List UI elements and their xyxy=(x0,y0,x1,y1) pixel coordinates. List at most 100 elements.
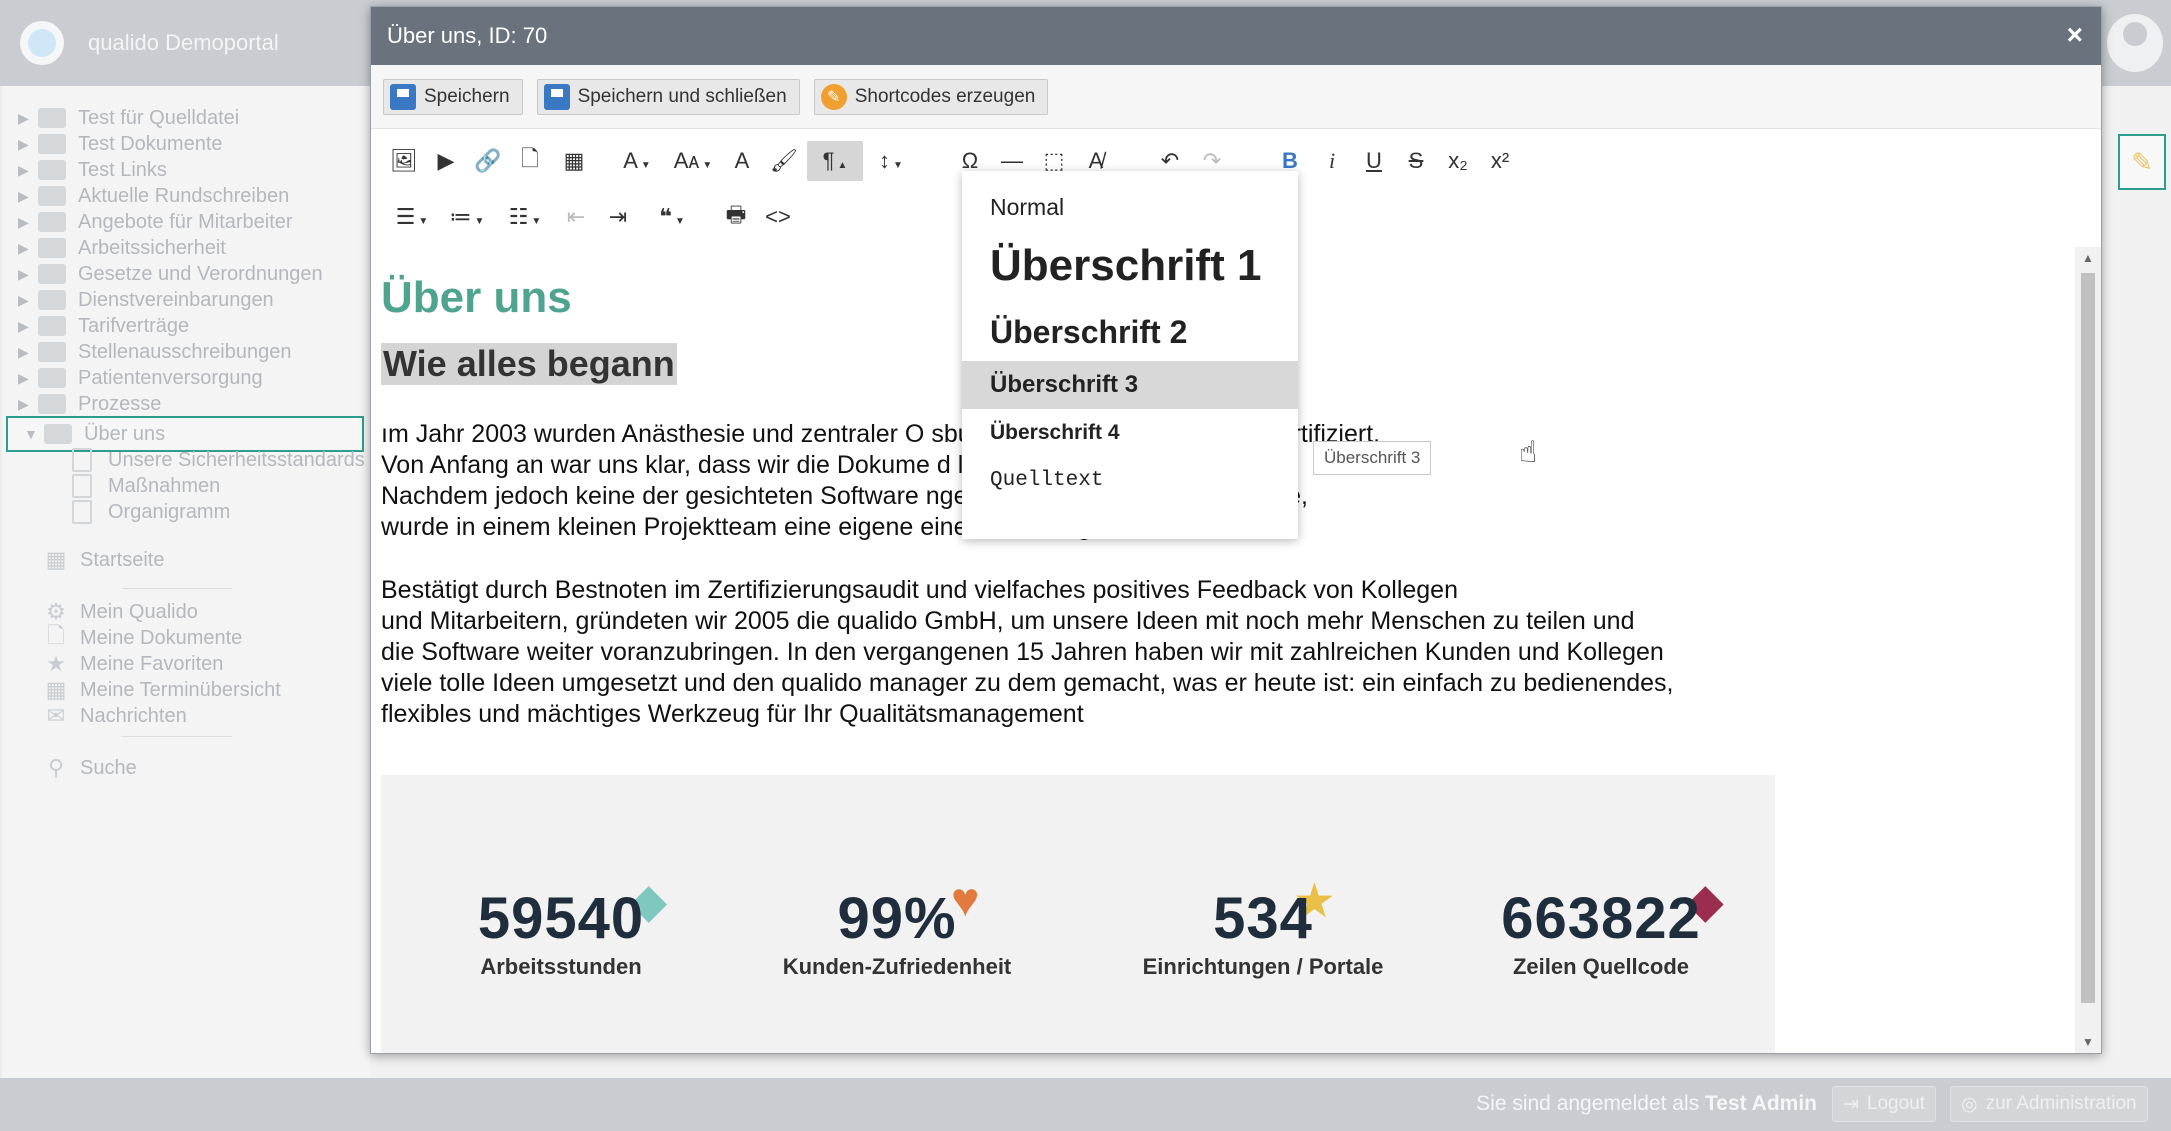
stat-number: ★ 534 xyxy=(1213,875,1336,952)
scroll-up-icon[interactable]: ▲ xyxy=(2082,251,2094,265)
underline-icon[interactable]: U xyxy=(1355,143,1393,179)
format-option-normal[interactable]: Normal xyxy=(962,185,1298,229)
italic-icon[interactable]: i xyxy=(1313,143,1351,179)
sidebar-link-suche[interactable]: ⚲ Suche xyxy=(42,751,137,785)
insert-table-icon[interactable]: ▦ xyxy=(553,143,595,179)
close-icon[interactable]: × xyxy=(2067,19,2083,51)
stat-label: Kunden-Zufriedenheit xyxy=(782,954,1012,979)
caret-right-icon[interactable]: ▶ xyxy=(18,370,38,387)
stat-item: ◆ 663822 Zeilen Quellcode xyxy=(1431,875,1771,980)
save-close-button-label: Speichern und schließen xyxy=(577,85,787,107)
folder-icon xyxy=(38,238,66,258)
caret-down-icon[interactable]: ▼ xyxy=(24,426,44,442)
align-icon[interactable]: ☰ ▼ xyxy=(387,199,437,235)
sidebar-personal-link[interactable]: ✉ Nachrichten xyxy=(42,699,187,733)
editor-scrollbar[interactable]: ▲ ▼ xyxy=(2075,247,2101,1053)
save-button[interactable]: Speichern xyxy=(383,78,523,115)
folder-icon xyxy=(38,186,66,206)
stat-label: Einrichtungen / Portale xyxy=(1142,954,1384,979)
floppy-disk-icon xyxy=(543,83,570,110)
save-close-button[interactable]: Speichern und schließen xyxy=(536,78,800,115)
unordered-list-icon[interactable]: ☷ ▼ xyxy=(499,199,551,235)
logout-label: Logout xyxy=(1866,1093,1926,1114)
caret-right-icon[interactable]: ▶ xyxy=(18,136,38,153)
ordered-list-icon[interactable]: ≔ ▼ xyxy=(441,199,493,235)
folder-icon xyxy=(38,212,66,232)
caret-right-icon[interactable]: ▶ xyxy=(18,344,38,361)
folder-icon xyxy=(38,290,66,310)
stat-number-value: 99% xyxy=(837,886,957,951)
login-status: Sie sind angemeldet als Test Admin xyxy=(1476,1092,1817,1116)
scroll-down-icon[interactable]: ▼ xyxy=(2082,1035,2094,1049)
font-family-icon[interactable]: A ▼ xyxy=(615,143,659,179)
portal-logo[interactable] xyxy=(20,21,64,65)
shortcodes-button[interactable]: ✎ Shortcodes erzeugen xyxy=(813,78,1049,115)
sidebar-link-startseite[interactable]: ▦ Startseite xyxy=(42,543,165,577)
line-height-icon[interactable]: ↕ ▼ xyxy=(867,143,915,179)
admin-label: zur Administration xyxy=(1985,1093,2137,1114)
sidebar: ▶ Test für Quelldatei ▶ Test Dokumente ▶ Test… xyxy=(2,86,370,1078)
outdent-icon[interactable]: ⇤ xyxy=(557,199,595,235)
stat-number: ◆ 59540 xyxy=(478,875,667,952)
content-heading-2[interactable]: Wie alles begann xyxy=(381,343,677,385)
folder-icon xyxy=(38,368,66,388)
admin-icon: ◎ xyxy=(1961,1093,1978,1115)
code-view-icon[interactable]: <> xyxy=(759,199,797,235)
caret-right-icon[interactable]: ▶ xyxy=(18,188,38,205)
paragraph-format-icon[interactable]: ¶ ▲ xyxy=(807,141,863,181)
footer-bar: Sie sind angemeldet als Test Admin ⇥ Log… xyxy=(0,1078,2171,1131)
indent-icon[interactable]: ⇥ xyxy=(599,199,637,235)
search-icon: ⚲ xyxy=(47,755,65,780)
user-avatar-icon[interactable] xyxy=(2107,14,2163,72)
font-size-icon[interactable]: Aᴀ ▼ xyxy=(667,143,719,179)
shortcodes-button-label: Shortcodes erzeugen xyxy=(854,85,1036,107)
caret-right-icon[interactable]: ▶ xyxy=(18,240,38,257)
caret-right-icon[interactable]: ▶ xyxy=(18,110,38,127)
mail-icon: ✉ xyxy=(46,703,66,728)
quote-icon[interactable]: ❝ ▼ xyxy=(647,199,697,235)
content-heading-1[interactable]: Über uns xyxy=(381,273,572,323)
insert-file-icon[interactable]: 🗋 xyxy=(511,143,549,179)
grid-icon: ▦ xyxy=(45,547,67,572)
tag-icon: ✎ xyxy=(820,83,847,110)
subscript-icon[interactable]: x₂ xyxy=(1439,143,1477,179)
dialog-titlebar[interactable]: Über uns, ID: 70 × xyxy=(371,7,2101,65)
format-option-heading-2[interactable]: Überschrift 2 xyxy=(962,303,1298,361)
portal-title: qualido Demoportal xyxy=(88,30,279,55)
edit-pencil-button[interactable]: ✎ xyxy=(2118,134,2166,190)
insert-video-icon[interactable]: ▶ xyxy=(427,143,465,179)
sidebar-link-label: Suche xyxy=(80,756,137,779)
format-option-code[interactable]: Quelltext xyxy=(962,457,1298,503)
save-button-label: Speichern xyxy=(424,85,510,107)
folder-icon xyxy=(38,134,66,154)
superscript-icon[interactable]: x² xyxy=(1481,143,1519,179)
format-option-heading-1[interactable]: Überschrift 1 xyxy=(962,229,1298,303)
text-color-icon[interactable]: A xyxy=(723,143,761,179)
folder-icon xyxy=(38,108,66,128)
caret-right-icon[interactable]: ▶ xyxy=(18,162,38,179)
insert-image-icon[interactable]: 🖼 xyxy=(385,143,423,179)
insert-link-icon[interactable]: 🔗 xyxy=(469,143,507,179)
folder-icon xyxy=(38,342,66,362)
print-icon[interactable]: 🖶 xyxy=(717,199,755,235)
caret-right-icon[interactable]: ▶ xyxy=(18,318,38,335)
floppy-disk-icon xyxy=(390,83,416,110)
admin-button[interactable]: ◎ zur Administration xyxy=(1950,1086,2148,1122)
sidebar-item-label: Organigramm xyxy=(108,500,231,523)
hand-pointer-icon: ☝ xyxy=(1519,436,1538,469)
content-paragraph[interactable]: Bestätigt durch Bestnoten im Zertifizier… xyxy=(381,575,1801,730)
caret-right-icon[interactable]: ▶ xyxy=(18,266,38,283)
scrollbar-thumb[interactable] xyxy=(2081,273,2095,1003)
highlight-icon[interactable]: 🖌 xyxy=(765,143,803,179)
logout-button[interactable]: ⇥ Logout xyxy=(1832,1086,1937,1122)
format-option-heading-3[interactable]: Überschrift 3 xyxy=(962,361,1298,409)
stat-number-value: 663822 xyxy=(1501,886,1701,951)
sidebar-link-label: Nachrichten xyxy=(80,704,187,727)
sidebar-child-item[interactable]: Organigramm xyxy=(2,494,370,530)
caret-right-icon[interactable]: ▶ xyxy=(18,214,38,231)
caret-right-icon[interactable]: ▶ xyxy=(18,396,38,413)
logout-icon: ⇥ xyxy=(1843,1093,1859,1115)
strikethrough-icon[interactable]: S xyxy=(1397,143,1435,179)
format-option-heading-4[interactable]: Überschrift 4 xyxy=(962,409,1298,457)
caret-right-icon[interactable]: ▶ xyxy=(18,292,38,309)
